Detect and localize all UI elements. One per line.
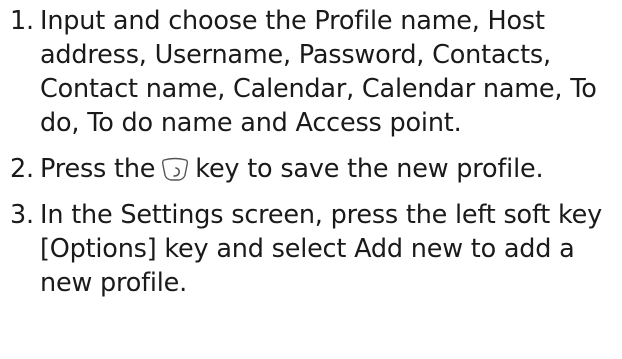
soft-key-icon [159, 156, 191, 182]
step-number: 2. [10, 154, 34, 184]
step-2: 2. Press the key to save the new profile… [10, 152, 616, 186]
step-3: 3. In the Settings screen, press the lef… [10, 198, 616, 300]
step-number: 3. [10, 200, 34, 230]
step-text-before: Press the [40, 154, 156, 184]
step-text-after: key to save the new profile. [195, 154, 544, 184]
instruction-steps: 1. Input and choose the Profile name, Ho… [10, 4, 616, 300]
step-text: In the Settings screen, press the left s… [40, 200, 603, 298]
step-number: 1. [10, 6, 34, 36]
step-text: Input and choose the Profile name, Host … [40, 6, 597, 138]
document-page: 1. Input and choose the Profile name, Ho… [0, 0, 622, 359]
step-1: 1. Input and choose the Profile name, Ho… [10, 4, 616, 140]
